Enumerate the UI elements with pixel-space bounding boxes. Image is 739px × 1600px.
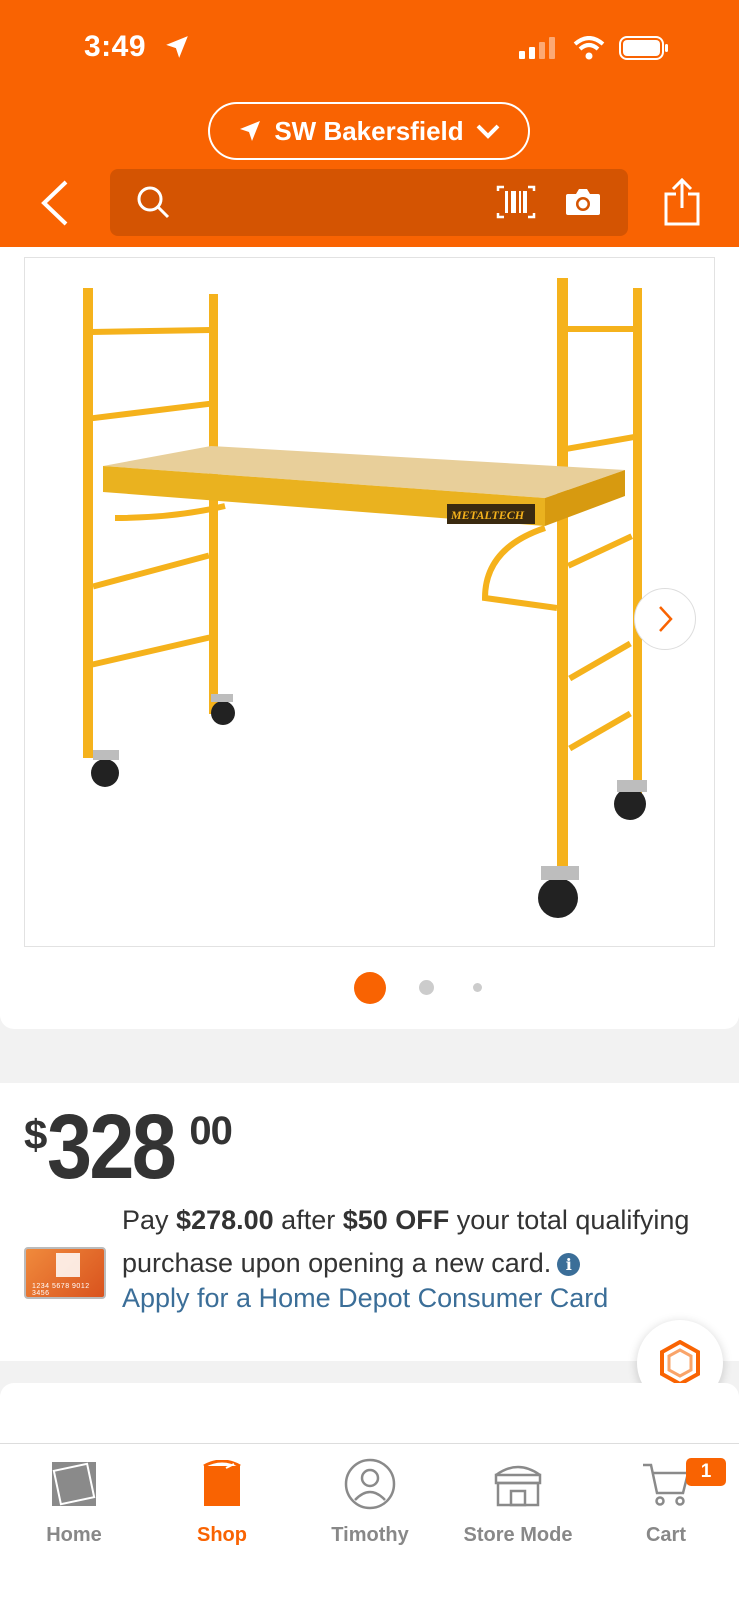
apply-card-link[interactable]: Apply for a Home Depot Consumer Card (122, 1283, 608, 1314)
location-arrow-icon (166, 36, 188, 58)
store-icon (494, 1465, 542, 1507)
barcode-scan-icon[interactable] (496, 185, 536, 219)
carousel-dot-active[interactable] (354, 972, 386, 1004)
tab-label: Home (46, 1524, 102, 1546)
cart-count-badge: 1 (686, 1458, 726, 1486)
home-depot-logo-icon (56, 1253, 80, 1277)
home-depot-logo-icon (52, 1462, 96, 1506)
camera-icon[interactable] (564, 187, 602, 217)
price-dollars: 328 (47, 1096, 177, 1198)
status-icons (519, 36, 669, 60)
product-image[interactable]: METALTECH (24, 257, 715, 947)
offer-prefix: Pay (122, 1205, 169, 1235)
app-header: 3:49 SW Bakersfield (0, 0, 739, 247)
tab-shop[interactable]: Shop (148, 1456, 296, 1547)
scaffold-illustration: METALTECH (83, 278, 647, 918)
info-icon[interactable]: i (557, 1253, 581, 1276)
signal-icon (519, 37, 555, 59)
offer-discounted-price: $278.00 (176, 1205, 274, 1235)
search-input[interactable] (110, 169, 628, 236)
chevron-down-icon (476, 124, 500, 139)
price-cents: 00 (189, 1109, 232, 1153)
store-selector-button[interactable]: SW Bakersfield (208, 102, 530, 160)
card-offer-text: Pay $278.00 after $50 OFF your total qua… (122, 1199, 722, 1285)
brand-mark: METALTECH (450, 508, 525, 522)
tab-home[interactable]: Home (0, 1456, 148, 1547)
next-image-button[interactable] (634, 588, 696, 650)
tab-label: Cart (645, 1524, 686, 1546)
carousel-dot[interactable] (473, 983, 482, 992)
product-image-card: METALTECH (0, 247, 739, 1029)
back-arrow-icon[interactable] (36, 178, 76, 228)
cart-icon (643, 1463, 690, 1506)
wifi-icon (573, 36, 605, 60)
price-card: $ 328 00 1234 5678 9012 3456 Pay $278.00… (0, 1083, 739, 1361)
search-icon (137, 186, 170, 219)
product-screen: 3:49 SW Bakersfield METALTECH $ 328 00 1… (0, 0, 739, 1600)
chevron-right-icon (659, 606, 673, 632)
hexagon-logo-icon (660, 1340, 700, 1386)
offer-middle: after (281, 1205, 336, 1235)
store-name: SW Bakersfield (274, 115, 464, 146)
battery-icon (619, 36, 668, 60)
shop-bucket-icon (203, 1460, 241, 1506)
location-arrow-icon (240, 121, 261, 141)
card-number: 1234 5678 9012 3456 (32, 1283, 90, 1297)
user-icon (344, 1458, 396, 1510)
offer-discount: $50 OFF (342, 1205, 450, 1235)
status-time: 3:49 (84, 30, 147, 63)
tab-store-mode[interactable]: Store Mode (444, 1456, 592, 1547)
tab-label: Shop (197, 1524, 247, 1546)
carousel-dot[interactable] (419, 980, 434, 995)
next-section-card (0, 1383, 739, 1443)
credit-card-image: 1234 5678 9012 3456 (24, 1247, 106, 1299)
tab-account[interactable]: Timothy (296, 1456, 444, 1547)
share-icon[interactable] (662, 178, 702, 226)
tab-label: Timothy (331, 1524, 409, 1546)
tab-label: Store Mode (463, 1524, 573, 1546)
price: $ 328 00 (24, 1093, 233, 1198)
bottom-tab-bar: Home Shop Timothy Store Mode Cart (0, 1443, 739, 1600)
price-currency: $ (24, 1111, 48, 1158)
